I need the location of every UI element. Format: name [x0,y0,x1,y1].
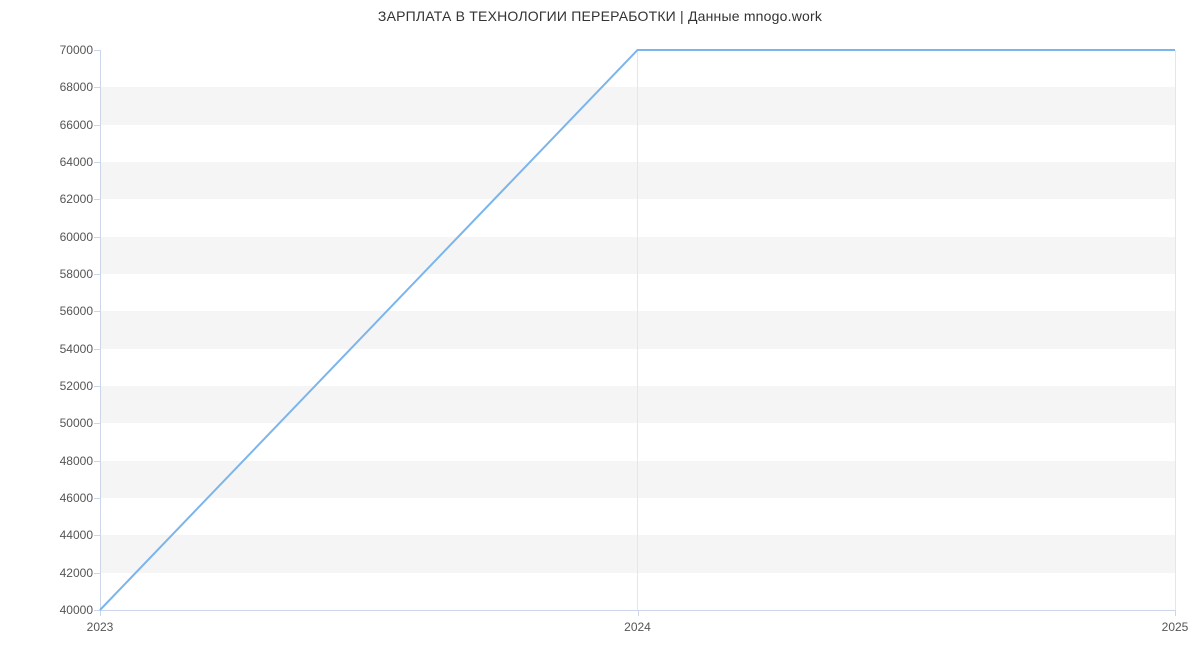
series-layer [100,50,1175,610]
y-tick-label: 52000 [45,379,93,393]
x-tick [100,610,101,616]
plot-area: 4000042000440004600048000500005200054000… [100,50,1175,610]
y-tick-label: 70000 [45,43,93,57]
y-tick-label: 42000 [45,566,93,580]
chart-title: ЗАРПЛАТА В ТЕХНОЛОГИИ ПЕРЕРАБОТКИ | Данн… [0,8,1200,24]
y-tick-label: 66000 [45,118,93,132]
y-tick-label: 50000 [45,416,93,430]
y-tick-label: 54000 [45,342,93,356]
chart-container: ЗАРПЛАТА В ТЕХНОЛОГИИ ПЕРЕРАБОТКИ | Данн… [0,0,1200,650]
y-tick-label: 40000 [45,603,93,617]
y-tick-label: 58000 [45,267,93,281]
x-tick-label: 2023 [87,620,114,634]
x-tick [1175,610,1176,616]
series-line [100,50,1175,610]
y-tick-label: 44000 [45,528,93,542]
y-tick-label: 68000 [45,80,93,94]
y-tick-label: 64000 [45,155,93,169]
x-tick-label: 2025 [1162,620,1189,634]
y-tick-label: 56000 [45,304,93,318]
y-tick-label: 46000 [45,491,93,505]
y-tick-label: 60000 [45,230,93,244]
x-tick [638,610,639,616]
y-tick-label: 62000 [45,192,93,206]
x-tick-label: 2024 [624,620,651,634]
y-tick-label: 48000 [45,454,93,468]
